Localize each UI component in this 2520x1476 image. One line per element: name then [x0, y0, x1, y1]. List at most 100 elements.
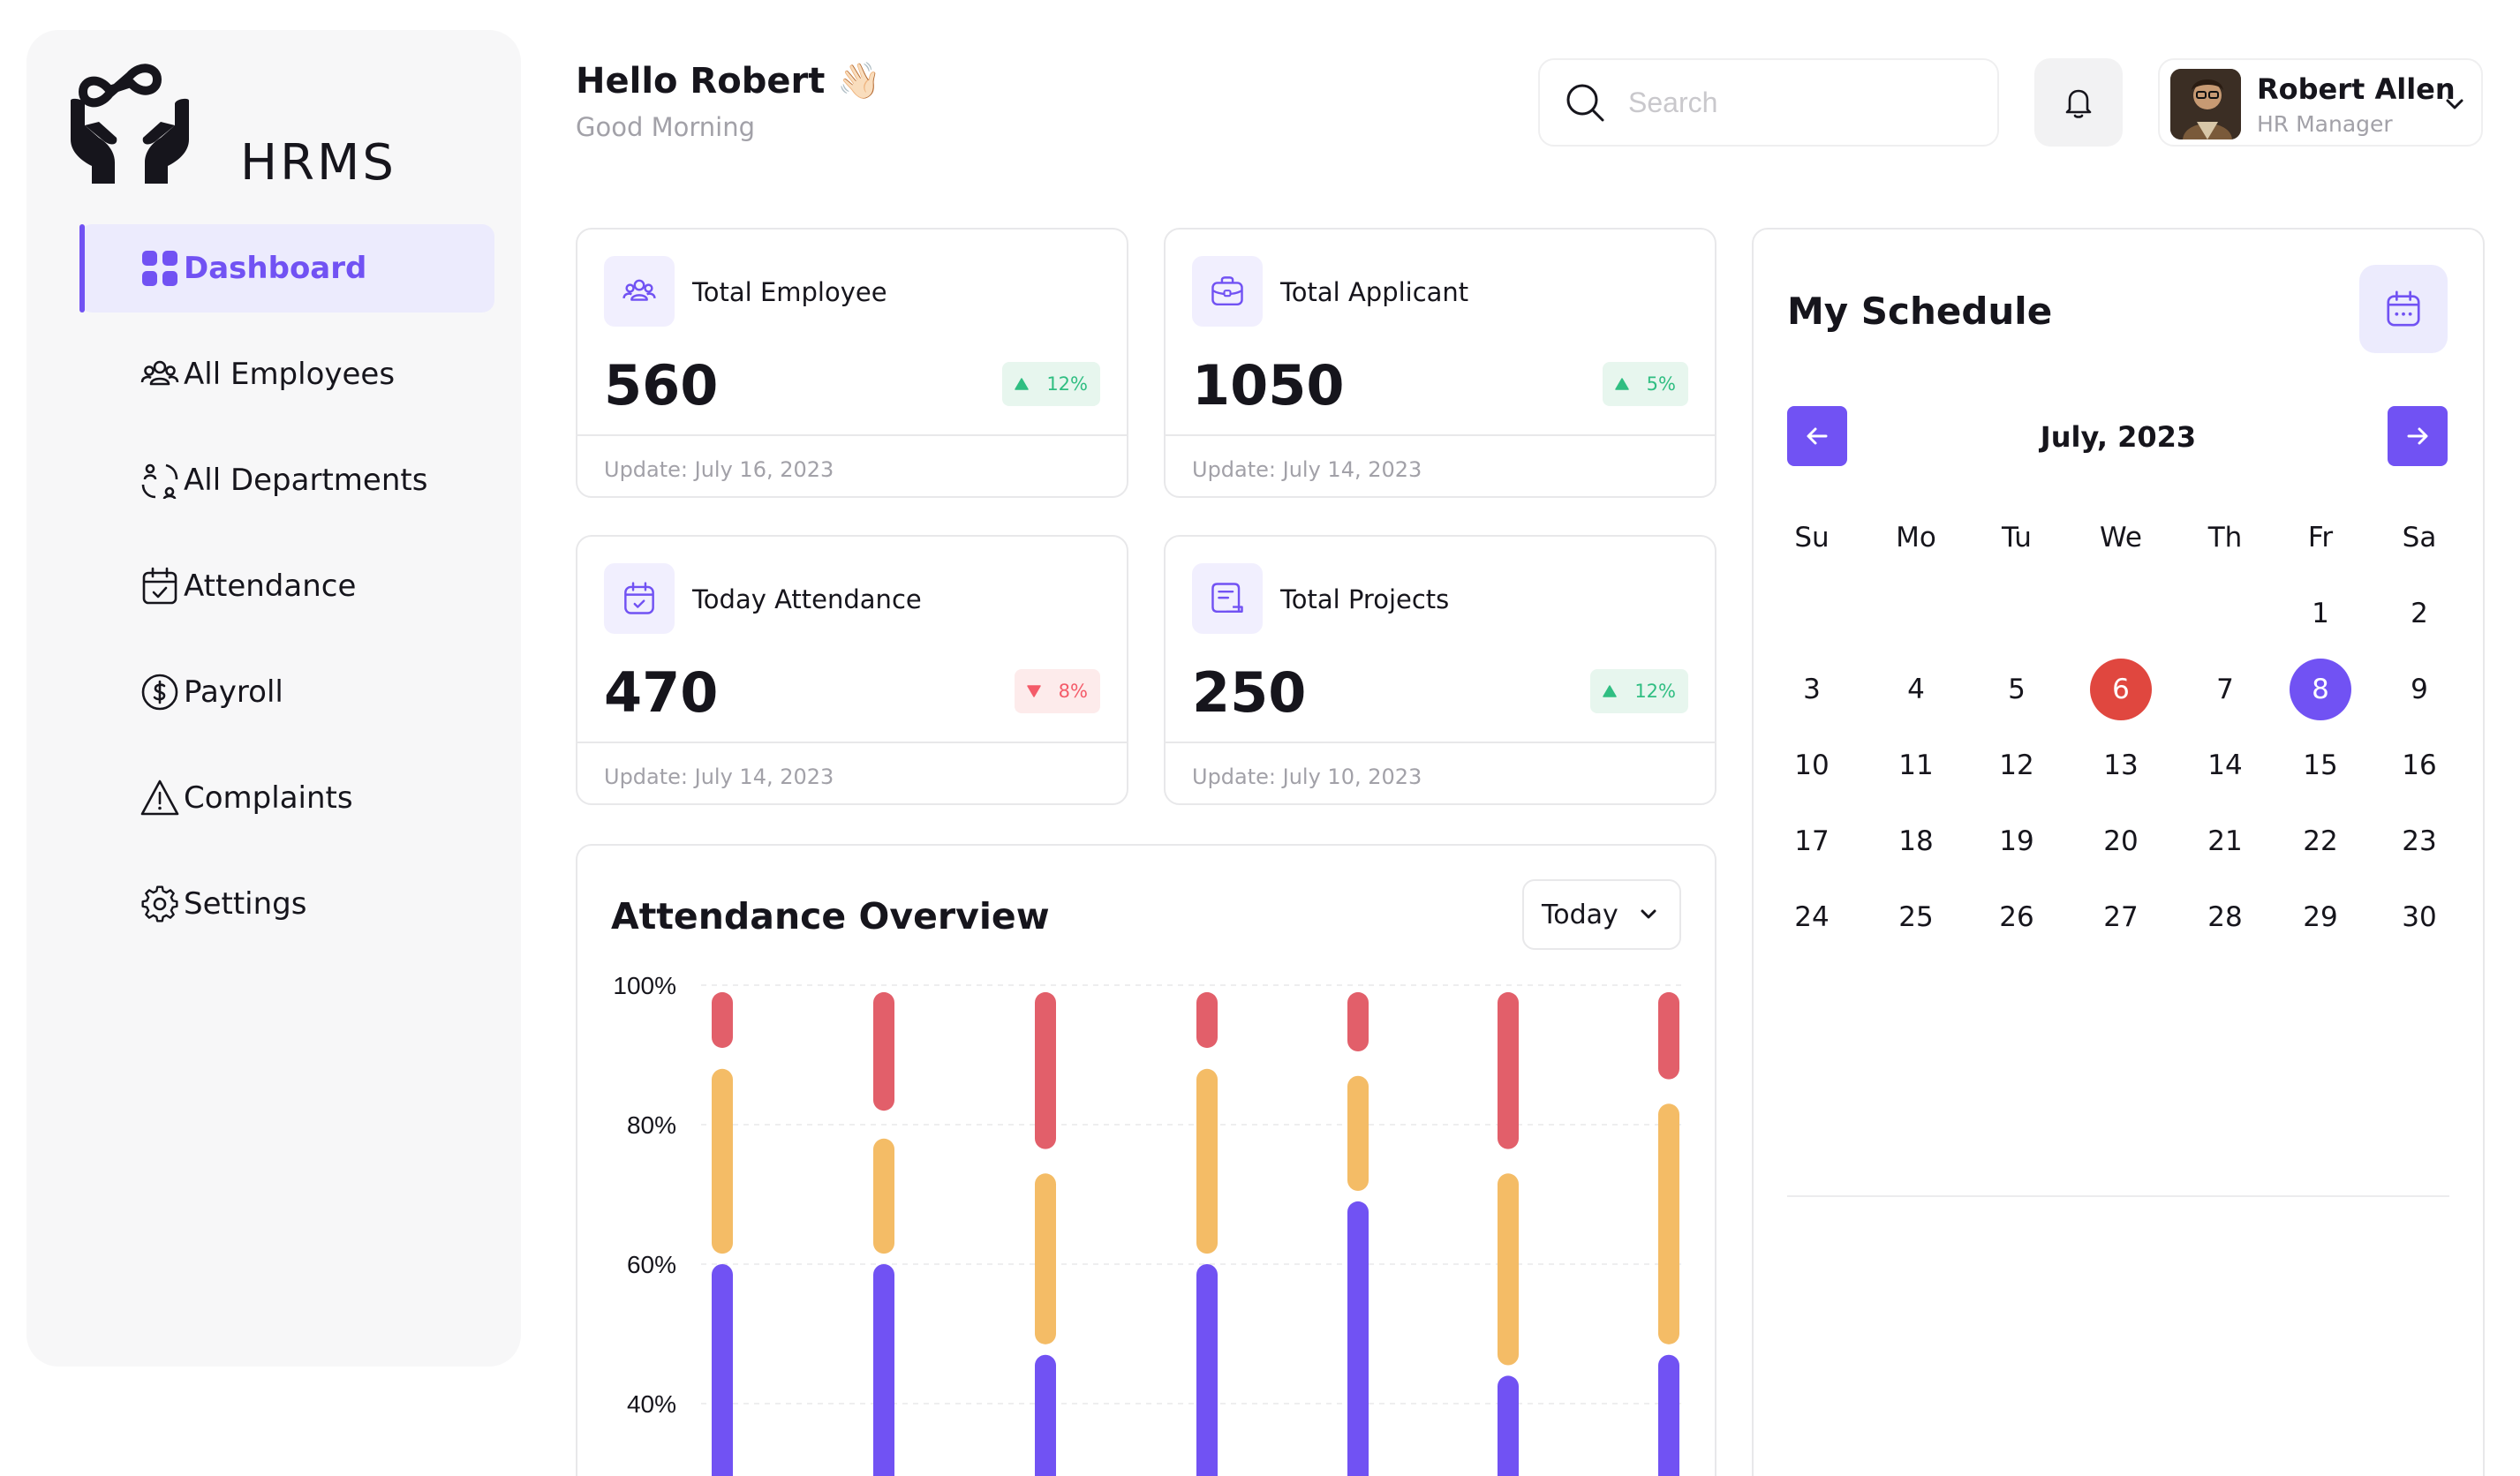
attendance-chart: 100% 80% 60% 40%	[613, 972, 1681, 1476]
bar-late[interactable]	[1347, 1075, 1369, 1192]
calendar-button[interactable]	[2359, 265, 2448, 353]
calendar-day[interactable]: 10	[1777, 734, 1847, 796]
stat-card-total-projects[interactable]: Total Projects 250 12% Update: July 10, …	[1164, 535, 1716, 805]
calendar-day-number: 24	[1794, 901, 1830, 933]
search-input[interactable]	[1628, 86, 1981, 119]
calendar-day-number: 3	[1803, 674, 1821, 705]
nav-item-dashboard[interactable]: Dashboard	[79, 224, 494, 313]
notifications-button[interactable]	[2034, 58, 2123, 147]
stat-icon-box	[1192, 256, 1263, 327]
calendar-day[interactable]: 20	[2086, 810, 2156, 872]
bar-on-time[interactable]	[873, 1264, 894, 1476]
bar-late[interactable]	[1035, 1173, 1056, 1344]
calendar-day-number: 29	[2303, 901, 2338, 933]
calendar-day[interactable]: 8	[2285, 659, 2356, 720]
calendar-day[interactable]: 21	[2190, 810, 2260, 872]
bar-on-time[interactable]	[1035, 1354, 1056, 1476]
calendar-day[interactable]: 28	[2190, 886, 2260, 948]
y-tick-label: 100%	[613, 972, 676, 999]
next-month-button[interactable]	[2388, 406, 2448, 466]
nav-label: Payroll	[184, 674, 283, 710]
calendar-day[interactable]: 29	[2285, 886, 2356, 948]
calendar-day[interactable]: 6	[2086, 659, 2156, 720]
stat-change-value: 8%	[1058, 681, 1088, 702]
calendar-day-number: 21	[2207, 825, 2243, 857]
bar-absent[interactable]	[1347, 991, 1369, 1052]
calendar-day[interactable]: 27	[2086, 886, 2156, 948]
main-nav: Dashboard All Employees All Departments …	[79, 224, 494, 966]
weekday-label: Fr	[2307, 522, 2334, 554]
bar-late[interactable]	[1498, 1173, 1519, 1366]
nav-item-all-employees[interactable]: All Employees	[79, 330, 494, 418]
calendar-check-icon	[624, 582, 654, 614]
calendar-day[interactable]: 17	[1777, 810, 1847, 872]
calendar-day[interactable]: 18	[1881, 810, 1951, 872]
calendar-day-number: 25	[1898, 901, 1934, 933]
calendar-day[interactable]: 12	[1981, 734, 2052, 796]
bar-on-time[interactable]	[712, 1264, 733, 1476]
calendar-day[interactable]: 3	[1777, 659, 1847, 720]
bar-on-time[interactable]	[1347, 1201, 1369, 1476]
calendar-day[interactable]: 4	[1881, 659, 1951, 720]
stat-card-total-employee[interactable]: Total Employee 560 12% Update: July 16, …	[576, 228, 1128, 498]
calendar-day-number: 10	[1794, 749, 1830, 781]
search-box[interactable]	[1538, 58, 1999, 147]
calendar-day[interactable]: 15	[2285, 734, 2356, 796]
bar-absent[interactable]	[1035, 991, 1056, 1149]
stat-value: 1050	[1192, 353, 1345, 418]
bar-absent[interactable]	[873, 991, 894, 1111]
stat-icon-box	[604, 563, 675, 634]
stat-value: 250	[1192, 660, 1307, 725]
bar-absent[interactable]	[1498, 991, 1519, 1149]
calendar-day[interactable]: 30	[2384, 886, 2455, 948]
bar-on-time[interactable]	[1196, 1264, 1218, 1476]
calendar-day[interactable]: 9	[2384, 659, 2455, 720]
nav-item-settings[interactable]: Settings	[79, 860, 494, 948]
bar-late[interactable]	[1658, 1103, 1679, 1344]
app-logo[interactable]: HRMS	[64, 64, 479, 196]
weekday-label: Sa	[2402, 522, 2437, 554]
nav-item-complaints[interactable]: Complaints	[79, 754, 494, 842]
calendar-day[interactable]: 26	[1981, 886, 2052, 948]
user-profile-menu[interactable]: Robert Allen HR Manager	[2158, 58, 2483, 147]
bar-on-time[interactable]	[1498, 1375, 1519, 1476]
calendar-day[interactable]: 13	[2086, 734, 2156, 796]
calendar-day[interactable]: 11	[1881, 734, 1951, 796]
stat-title: Total Projects	[1280, 584, 1450, 614]
calendar-day[interactable]: 24	[1777, 886, 1847, 948]
divider	[577, 434, 1127, 436]
stat-card-total-applicant[interactable]: Total Applicant 1050 5% Update: July 14,…	[1164, 228, 1716, 498]
calendar-day[interactable]: 22	[2285, 810, 2356, 872]
bar-absent[interactable]	[712, 991, 733, 1049]
bar-on-time[interactable]	[1658, 1354, 1679, 1476]
stat-card-today-attendance[interactable]: Today Attendance 470 8% Update: July 14,…	[576, 535, 1128, 805]
hands-infinity-logo-icon	[71, 64, 189, 184]
divider	[577, 742, 1127, 743]
calendar-day[interactable]: 16	[2384, 734, 2455, 796]
calendar-day[interactable]: 7	[2190, 659, 2260, 720]
nav-label: Attendance	[184, 569, 357, 604]
bar-absent[interactable]	[1196, 991, 1218, 1049]
stat-change-value: 12%	[1046, 373, 1088, 395]
bar-late[interactable]	[873, 1138, 894, 1254]
calendar-day[interactable]: 23	[2384, 810, 2455, 872]
bar-absent[interactable]	[1658, 991, 1679, 1080]
nav-item-attendance[interactable]: Attendance	[79, 542, 494, 630]
calendar-day[interactable]: 19	[1981, 810, 2052, 872]
nav-item-payroll[interactable]: Payroll	[79, 648, 494, 736]
calendar-day-number: 26	[1999, 901, 2034, 933]
calendar-day-number: 9	[2411, 674, 2428, 705]
nav-item-all-departments[interactable]: All Departments	[79, 436, 494, 524]
arrow-up-icon	[1603, 685, 1618, 697]
stat-title: Today Attendance	[692, 584, 922, 614]
calendar-day[interactable]: 25	[1881, 886, 1951, 948]
calendar-day[interactable]: 14	[2190, 734, 2260, 796]
bar-late[interactable]	[1196, 1068, 1218, 1254]
calendar-day[interactable]: 2	[2384, 583, 2455, 644]
calendar-check-icon	[142, 567, 177, 605]
calendar-day[interactable]: 1	[2285, 583, 2356, 644]
weekday-label: Th	[2207, 522, 2243, 554]
bar-late[interactable]	[712, 1068, 733, 1254]
calendar-day[interactable]: 5	[1981, 659, 2052, 720]
divider	[1166, 742, 1715, 743]
